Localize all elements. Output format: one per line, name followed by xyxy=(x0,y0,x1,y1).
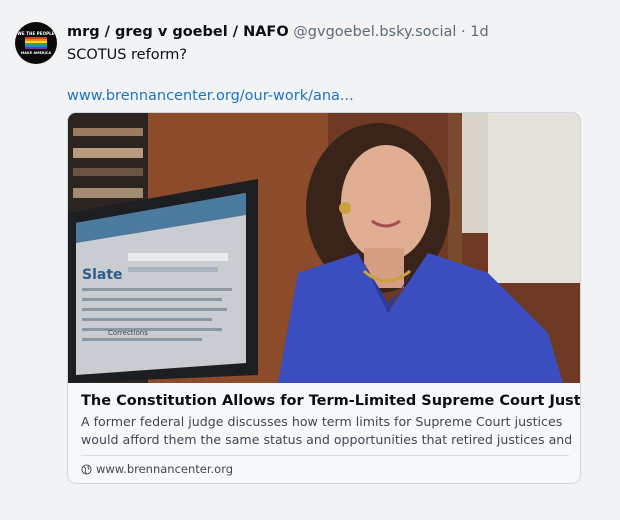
header-separator: · xyxy=(461,24,466,40)
post[interactable]: WE THE PEOPLE MAKE AMERICA mrg / greg v … xyxy=(0,0,620,520)
link-preview-card[interactable]: Slate Corrections The Constitution Allow… xyxy=(67,112,581,484)
card-description-line: would afford them the same status and op… xyxy=(81,432,571,447)
post-time[interactable]: 1d xyxy=(470,24,488,40)
avatar-flag-icon xyxy=(25,37,47,49)
avatar-text-bottom: MAKE AMERICA xyxy=(20,51,52,55)
post-header: mrg / greg v goebel / NAFO @gvgoebel.bsk… xyxy=(67,22,607,42)
post-link[interactable]: www.brennancenter.org/our-work/ana... xyxy=(67,86,354,106)
author-handle[interactable]: @gvgoebel.bsky.social xyxy=(293,24,456,40)
card-description-line: A former federal judge discusses how ter… xyxy=(81,414,563,429)
screen-slate-text: Slate xyxy=(82,267,123,283)
avatar-text-top: WE THE PEOPLE xyxy=(17,31,55,36)
card-title[interactable]: The Constitution Allows for Term-Limited… xyxy=(81,391,580,411)
card-thumbnail[interactable]: Slate Corrections xyxy=(68,113,580,383)
card-divider xyxy=(81,455,569,456)
card-domain[interactable]: www.brennancenter.org xyxy=(81,461,233,477)
card-domain-text: www.brennancenter.org xyxy=(96,462,234,476)
author-name[interactable]: mrg / greg v goebel / NAFO xyxy=(67,24,289,40)
post-text: SCOTUS reform? xyxy=(67,47,188,63)
card-thumbnail-image: Slate Corrections xyxy=(68,113,580,383)
card-description: A former federal judge discusses how ter… xyxy=(81,413,571,449)
screen-corrections-text: Corrections xyxy=(108,329,148,337)
avatar[interactable]: WE THE PEOPLE MAKE AMERICA xyxy=(15,22,57,64)
globe-icon xyxy=(81,463,92,475)
